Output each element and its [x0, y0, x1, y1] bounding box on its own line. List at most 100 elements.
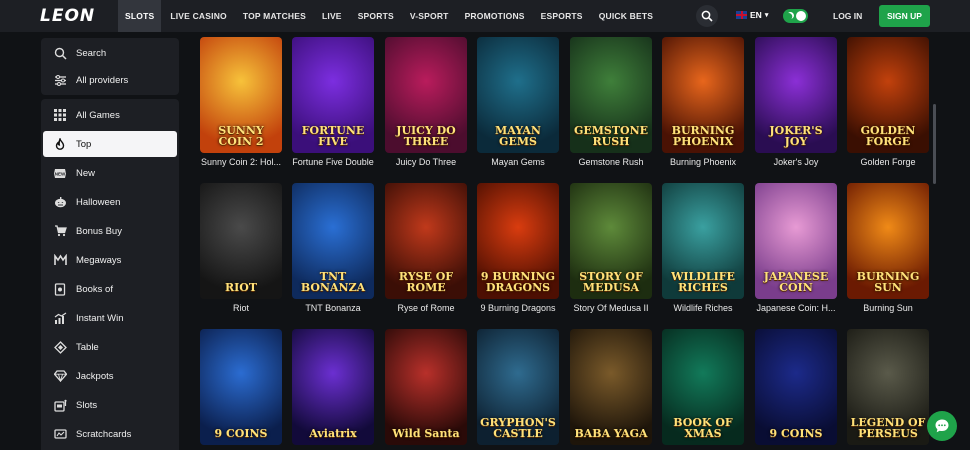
game-tile[interactable]: LEGEND OF PERSEUS: [847, 329, 929, 445]
nav-item-v-sport[interactable]: V-SPORT: [403, 0, 456, 32]
game-tile[interactable]: Aviatrix: [292, 329, 374, 445]
sidebar-all-providers-label: All providers: [76, 74, 129, 86]
game-tile[interactable]: RYSE OF ROME: [385, 183, 467, 299]
game-title[interactable]: Gemstone Rush: [567, 157, 655, 167]
game-title[interactable]: Burning Phoenix: [659, 157, 747, 167]
game-title[interactable]: 9 Burning Dragons: [474, 303, 562, 313]
sidebar-item-halloween[interactable]: Halloween: [43, 189, 177, 215]
game-tile[interactable]: TNT BONANZA: [292, 183, 374, 299]
diamond-icon: [53, 369, 67, 383]
top-header: LEON SLOTS LIVE CASINO TOP MATCHES LIVE SPOR…: [0, 0, 970, 32]
game-tile[interactable]: Wild Santa: [385, 329, 467, 445]
sidebar-item-table[interactable]: Table: [43, 334, 177, 360]
game-tile[interactable]: WILDLIFE RICHES: [662, 183, 744, 299]
moon-icon: [786, 11, 796, 21]
game-thumbnail: JUICY DO THREE: [385, 37, 467, 153]
game-tile[interactable]: JOKER'S JOY: [755, 37, 837, 153]
game-art-title: GOLDEN FORGE: [860, 124, 916, 148]
sidebar-item-all-games[interactable]: All Games: [43, 102, 177, 128]
theme-toggle[interactable]: [783, 9, 808, 23]
login-button[interactable]: LOG IN: [833, 11, 862, 21]
game-tile[interactable]: BURNING SUN: [847, 183, 929, 299]
game-title[interactable]: Fortune Five Double: [289, 157, 377, 167]
game-tile[interactable]: GRYPHON'S CASTLE: [477, 329, 559, 445]
sidebar-item-label: Instant Win: [76, 312, 124, 324]
search-icon: [53, 46, 67, 60]
sidebar-search[interactable]: Search: [43, 40, 177, 66]
game-thumbnail: FORTUNE FIVE: [292, 37, 374, 153]
game-thumbnail: BURNING PHOENIX: [662, 37, 744, 153]
chart-icon: [53, 311, 67, 325]
game-title[interactable]: Mayan Gems: [474, 157, 562, 167]
nav-item-sports[interactable]: SPORTS: [351, 0, 401, 32]
sidebar-item-instant-win[interactable]: Instant Win: [43, 305, 177, 331]
nav-item-quick-bets[interactable]: QUICK BETS: [592, 0, 660, 32]
sidebar-item-label: New: [76, 167, 96, 179]
game-tile[interactable]: JAPANESE COIN: [755, 183, 837, 299]
game-thumbnail: Aviatrix: [292, 329, 374, 445]
sidebar-item-slots[interactable]: Slots: [43, 392, 177, 418]
game-thumbnail: BURNING SUN: [847, 183, 929, 299]
game-title[interactable]: Japanese Coin: H...: [752, 303, 840, 313]
sidebar-item-bonus-buy[interactable]: Bonus Buy: [43, 218, 177, 244]
sidebar-item-new[interactable]: NEW New: [43, 160, 177, 186]
sidebar-item-label: Halloween: [76, 196, 121, 208]
nav-item-top-matches[interactable]: TOP MATCHES: [236, 0, 313, 32]
game-title[interactable]: Wildlife Riches: [659, 303, 747, 313]
game-tile[interactable]: GEMSTONE RUSH: [570, 37, 652, 153]
sidebar-item-jackpots[interactable]: Jackpots: [43, 363, 177, 389]
game-title[interactable]: Ryse of Rome: [382, 303, 470, 313]
game-title[interactable]: Story Of Medusa II: [567, 303, 655, 313]
signup-button[interactable]: SIGN UP: [879, 5, 930, 27]
game-title[interactable]: Riot: [197, 303, 285, 313]
game-title[interactable]: Joker's Joy: [752, 157, 840, 167]
sidebar-item-megaways[interactable]: Megaways: [43, 247, 177, 273]
sidebar-item-label: All Games: [76, 109, 120, 121]
nav-item-live[interactable]: LIVE: [315, 0, 349, 32]
game-thumbnail: BABA YAGA: [570, 329, 652, 445]
game-title[interactable]: Sunny Coin 2: Hol...: [197, 157, 285, 167]
game-tile[interactable]: 9 COINS: [755, 329, 837, 445]
leon-logo[interactable]: LEON: [40, 6, 95, 26]
game-tile[interactable]: BURNING PHOENIX: [662, 37, 744, 153]
chat-support-button[interactable]: [927, 411, 957, 441]
game-tile[interactable]: RIOT: [200, 183, 282, 299]
game-tile[interactable]: BABA YAGA: [570, 329, 652, 445]
sidebar-all-providers[interactable]: All providers: [43, 67, 177, 93]
game-title[interactable]: Golden Forge: [844, 157, 932, 167]
game-tile[interactable]: 9 BURNING DRAGONS: [477, 183, 559, 299]
game-title[interactable]: Juicy Do Three: [382, 157, 470, 167]
game-art-title: RYSE OF ROME: [398, 270, 454, 294]
header-search-button[interactable]: [696, 5, 718, 27]
game-tile[interactable]: GOLDEN FORGE: [847, 37, 929, 153]
game-tile[interactable]: BOOK OF XMAS: [662, 329, 744, 445]
game-art-title: STORY OF MEDUSA: [579, 270, 643, 294]
game-title[interactable]: TNT Bonanza: [289, 303, 377, 313]
game-art-title: GEMSTONE RUSH: [573, 124, 649, 148]
game-art-title: LEGEND OF PERSEUS: [850, 416, 926, 440]
nav-item-promotions[interactable]: PROMOTIONS: [458, 0, 532, 32]
nav-item-live-casino[interactable]: LIVE CASINO: [163, 0, 234, 32]
game-tile[interactable]: 9 COINS: [200, 329, 282, 445]
sidebar-item-top[interactable]: Top: [43, 131, 177, 157]
game-thumbnail: BOOK OF XMAS: [662, 329, 744, 445]
game-tile[interactable]: MAYAN GEMS: [477, 37, 559, 153]
game-title[interactable]: Burning Sun: [844, 303, 932, 313]
game-art-title: 9 COINS: [214, 427, 268, 440]
nav-item-slots[interactable]: SLOTS: [118, 0, 162, 32]
nav-item-esports[interactable]: ESPORTS: [534, 0, 590, 32]
sidebar-item-label: Slots: [76, 399, 98, 411]
language-selector[interactable]: EN ▾: [736, 10, 768, 20]
table-chip-icon: [53, 340, 67, 354]
scrollbar[interactable]: [933, 104, 936, 184]
sidebar-item-scratchcards[interactable]: Scratchcards: [43, 421, 177, 447]
game-thumbnail: GRYPHON'S CASTLE: [477, 329, 559, 445]
game-tile[interactable]: STORY OF MEDUSA: [570, 183, 652, 299]
scratchcard-icon: [53, 427, 67, 441]
game-tile[interactable]: FORTUNE FIVE: [292, 37, 374, 153]
sidebar-item-books-of[interactable]: Books of: [43, 276, 177, 302]
svg-text:NEW: NEW: [55, 171, 66, 176]
game-thumbnail: TNT BONANZA: [292, 183, 374, 299]
game-tile[interactable]: JUICY DO THREE: [385, 37, 467, 153]
game-tile[interactable]: SUNNY COIN 2: [200, 37, 282, 153]
